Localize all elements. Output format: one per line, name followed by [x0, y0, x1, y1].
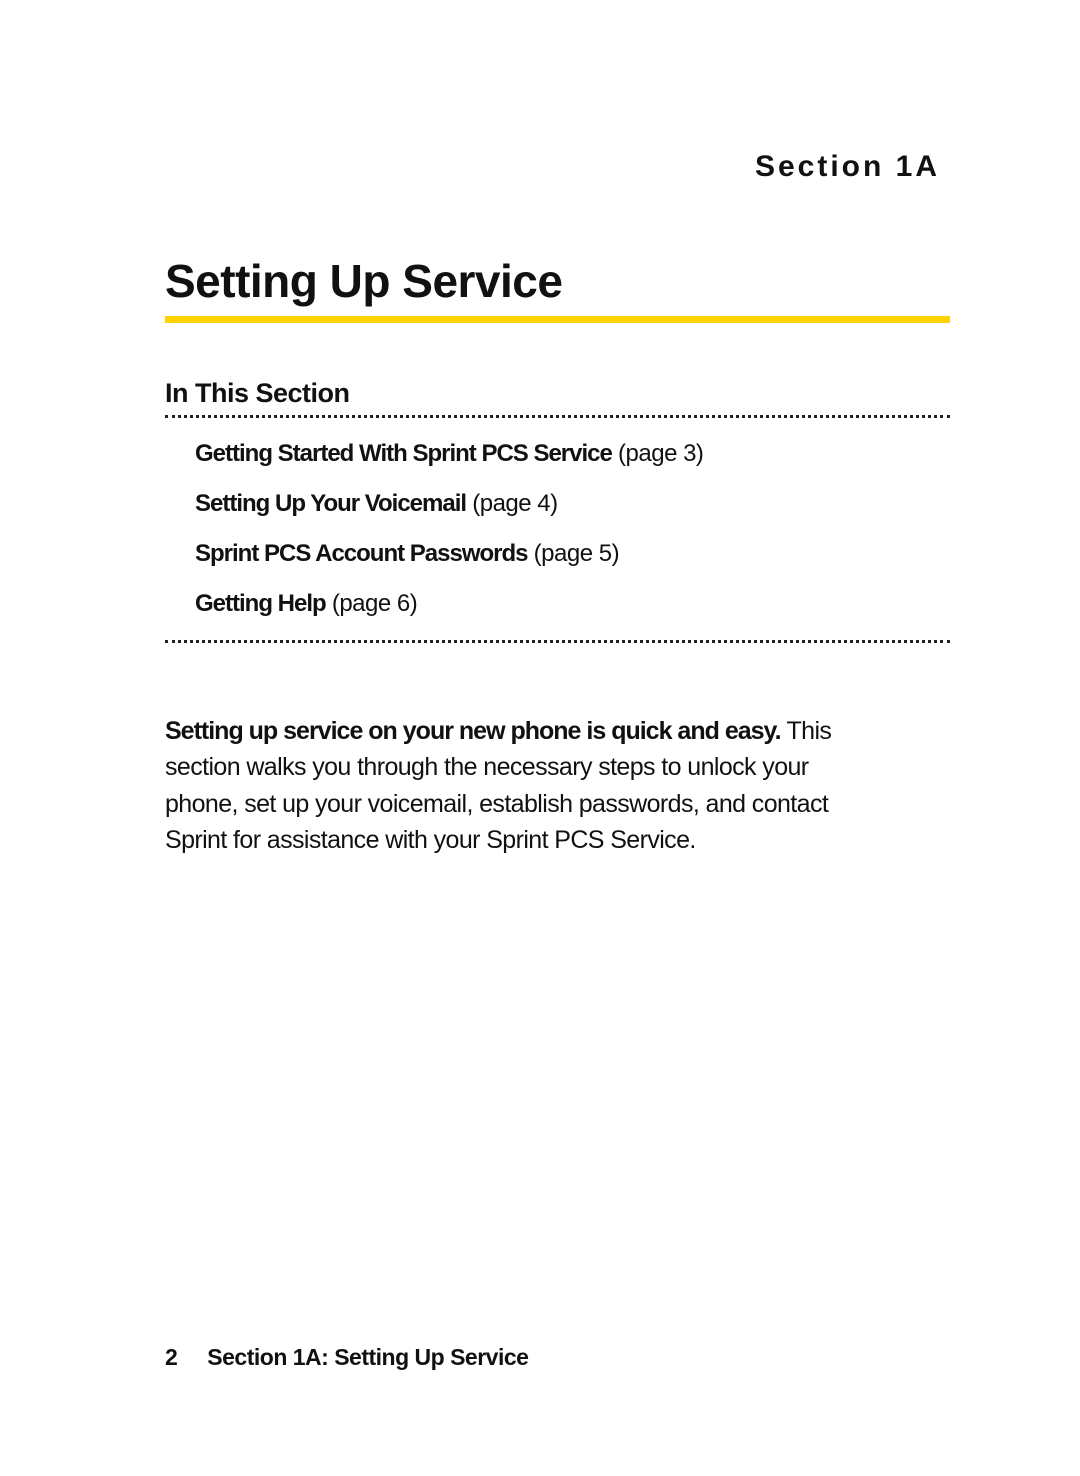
toc-item-page: (page 6) — [326, 590, 418, 617]
footer-text: Section 1A: Setting Up Service — [207, 1344, 528, 1370]
toc-item: Sprint PCS Account Passwords (page 5) — [195, 540, 950, 568]
toc-item-title: Setting Up Your Voicemail — [195, 490, 466, 517]
toc-item-title: Getting Started With Sprint PCS Service — [195, 440, 612, 467]
toc-list: Getting Started With Sprint PCS Service … — [165, 440, 950, 618]
page-footer: 2 Section 1A: Setting Up Service — [165, 1344, 528, 1371]
dotted-rule-bottom — [165, 640, 950, 643]
document-page: Section 1A Setting Up Service In This Se… — [0, 0, 1080, 1476]
section-label: Section 1A — [165, 150, 940, 184]
dotted-rule-top — [165, 415, 950, 418]
page-title: Setting Up Service — [165, 254, 950, 314]
toc-item-page: (page 5) — [528, 540, 620, 567]
body-lead: Setting up service on your new phone is … — [165, 717, 786, 745]
toc-heading: In This Section — [165, 378, 950, 409]
toc-item: Getting Help (page 6) — [195, 590, 950, 618]
toc-item-page: (page 4) — [466, 490, 558, 517]
toc-item-page: (page 3) — [612, 440, 704, 467]
toc-item-title: Getting Help — [195, 590, 326, 617]
toc-item: Setting Up Your Voicemail (page 4) — [195, 490, 950, 518]
toc-item: Getting Started With Sprint PCS Service … — [195, 440, 950, 468]
body-paragraph: Setting up service on your new phone is … — [165, 713, 865, 858]
page-number: 2 — [165, 1344, 177, 1371]
title-underline — [165, 316, 950, 323]
toc-item-title: Sprint PCS Account Passwords — [195, 540, 528, 567]
